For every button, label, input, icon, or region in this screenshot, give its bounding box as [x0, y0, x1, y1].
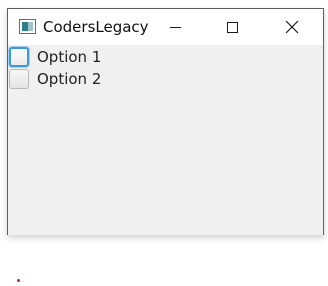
minimize-button[interactable] [152, 9, 198, 45]
stray-dot [17, 279, 20, 282]
checkbox-box[interactable] [9, 47, 29, 67]
app-icon [19, 19, 36, 34]
checkbox-option-1[interactable]: Option 1 [9, 46, 101, 68]
close-button[interactable] [269, 9, 315, 45]
checkbox-option-2[interactable]: Option 2 [9, 68, 101, 90]
app-window: CodersLegacy Option 1 Option 2 [7, 8, 324, 235]
checkbox-label[interactable]: Option 2 [37, 70, 101, 88]
title-bar[interactable]: CodersLegacy [8, 9, 323, 45]
maximize-icon [226, 21, 238, 33]
checkbox-label[interactable]: Option 1 [37, 48, 101, 66]
close-icon [285, 20, 299, 34]
window-content: Option 1 Option 2 [8, 45, 323, 235]
checkbox-box[interactable] [9, 69, 29, 89]
maximize-button[interactable] [209, 9, 255, 45]
window-title: CodersLegacy [43, 18, 149, 36]
minimize-icon [169, 26, 181, 28]
